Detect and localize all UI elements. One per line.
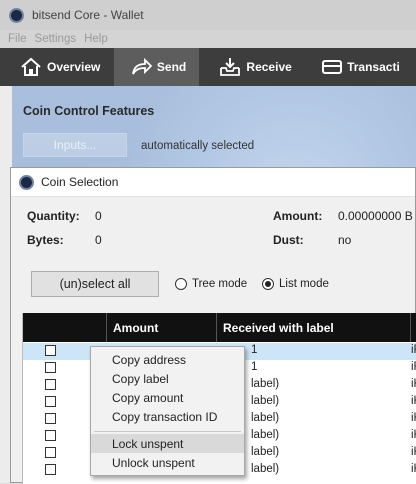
dust-value: no [338, 233, 352, 247]
row-checkbox[interactable] [45, 379, 56, 390]
overview-button[interactable]: Overview [0, 48, 114, 86]
dust-label: Dust: [273, 233, 304, 247]
copy-address-item[interactable]: Copy address [91, 350, 244, 369]
window-title: bitsend Core - Wallet [32, 8, 144, 22]
coin-control-status: automatically selected [141, 140, 255, 152]
card-icon [322, 60, 343, 74]
dialog-title: Coin Selection [41, 175, 119, 189]
coin-control-title: Coin Control Features [23, 104, 155, 118]
row-address: iK [411, 412, 416, 424]
row-label: label) [251, 412, 280, 424]
tree-mode-radio[interactable] [175, 278, 187, 290]
copy-label-item[interactable]: Copy label [91, 369, 244, 388]
quantity-label: Quantity: [27, 209, 80, 223]
list-mode-label: List mode [279, 278, 329, 290]
app-logo-icon [9, 7, 24, 23]
menu-file[interactable]: File [8, 33, 27, 45]
dialog-logo-icon [19, 174, 34, 190]
row-label: 1 [251, 344, 258, 356]
bytes-label: Bytes: [27, 233, 64, 247]
amount-label: Amount: [273, 209, 323, 223]
row-address: iF [411, 361, 416, 373]
lock-unspent-item[interactable]: Lock unspent [91, 434, 244, 453]
bytes-value: 0 [95, 233, 102, 247]
unlock-unspent-item[interactable]: Unlock unspent [91, 453, 244, 472]
copy-amount-item[interactable]: Copy amount [91, 388, 244, 407]
tree-mode-label: Tree mode [192, 278, 248, 290]
row-address: iK [411, 429, 416, 441]
menu-help[interactable]: Help [84, 33, 108, 45]
row-label: label) [251, 463, 280, 475]
receive-button[interactable]: Receive [199, 48, 302, 86]
amount-value: 0.00000000 B [338, 209, 413, 223]
column-amount[interactable]: Amount [106, 313, 216, 342]
row-address: iF [411, 344, 416, 356]
send-label: Send [156, 60, 187, 74]
send-arrow-icon [132, 57, 152, 75]
row-address: iK [411, 446, 416, 458]
row-checkbox[interactable] [45, 447, 56, 458]
row-checkbox[interactable] [45, 464, 56, 475]
dialog-titlebar: Coin Selection [11, 168, 415, 197]
row-checkbox[interactable] [45, 345, 56, 356]
context-menu: Copy address Copy label Copy amount Copy… [90, 346, 245, 476]
home-icon [21, 57, 41, 76]
row-label: label) [251, 446, 280, 458]
list-mode-radio[interactable] [262, 278, 274, 290]
toolbar: Overview Send Receive Transacti [0, 48, 416, 86]
menu-separator [94, 431, 241, 432]
transactions-label: Transacti [347, 60, 400, 74]
row-checkbox[interactable] [45, 362, 56, 373]
row-checkbox[interactable] [45, 396, 56, 407]
send-button[interactable]: Send [113, 48, 200, 86]
inputs-button[interactable]: Inputs... [23, 133, 127, 157]
row-address: iK [411, 395, 416, 407]
table-header: Amount Received with label R [23, 313, 416, 342]
row-label: label) [251, 429, 280, 441]
select-all-button[interactable]: (un)select all [31, 271, 159, 297]
row-label: 1 [251, 361, 258, 373]
row-checkbox[interactable] [45, 430, 56, 441]
menu-settings[interactable]: Settings [35, 33, 77, 45]
row-label: label) [251, 395, 280, 407]
receive-tray-icon [220, 58, 241, 76]
row-checkbox[interactable] [45, 413, 56, 424]
transactions-button[interactable]: Transacti [302, 48, 416, 86]
row-address: iK [411, 378, 416, 390]
row-address: iK [411, 463, 416, 475]
menu-bar: File Settings Help [0, 30, 416, 48]
column-address[interactable]: R [410, 313, 416, 342]
quantity-value: 0 [95, 209, 102, 223]
copy-transaction-id-item[interactable]: Copy transaction ID [91, 407, 244, 426]
overview-label: Overview [47, 60, 101, 74]
row-label: label) [251, 378, 280, 390]
window-titlebar: bitsend Core - Wallet [0, 0, 416, 30]
column-received-label[interactable]: Received with label [216, 313, 410, 342]
receive-label: Receive [246, 60, 292, 74]
